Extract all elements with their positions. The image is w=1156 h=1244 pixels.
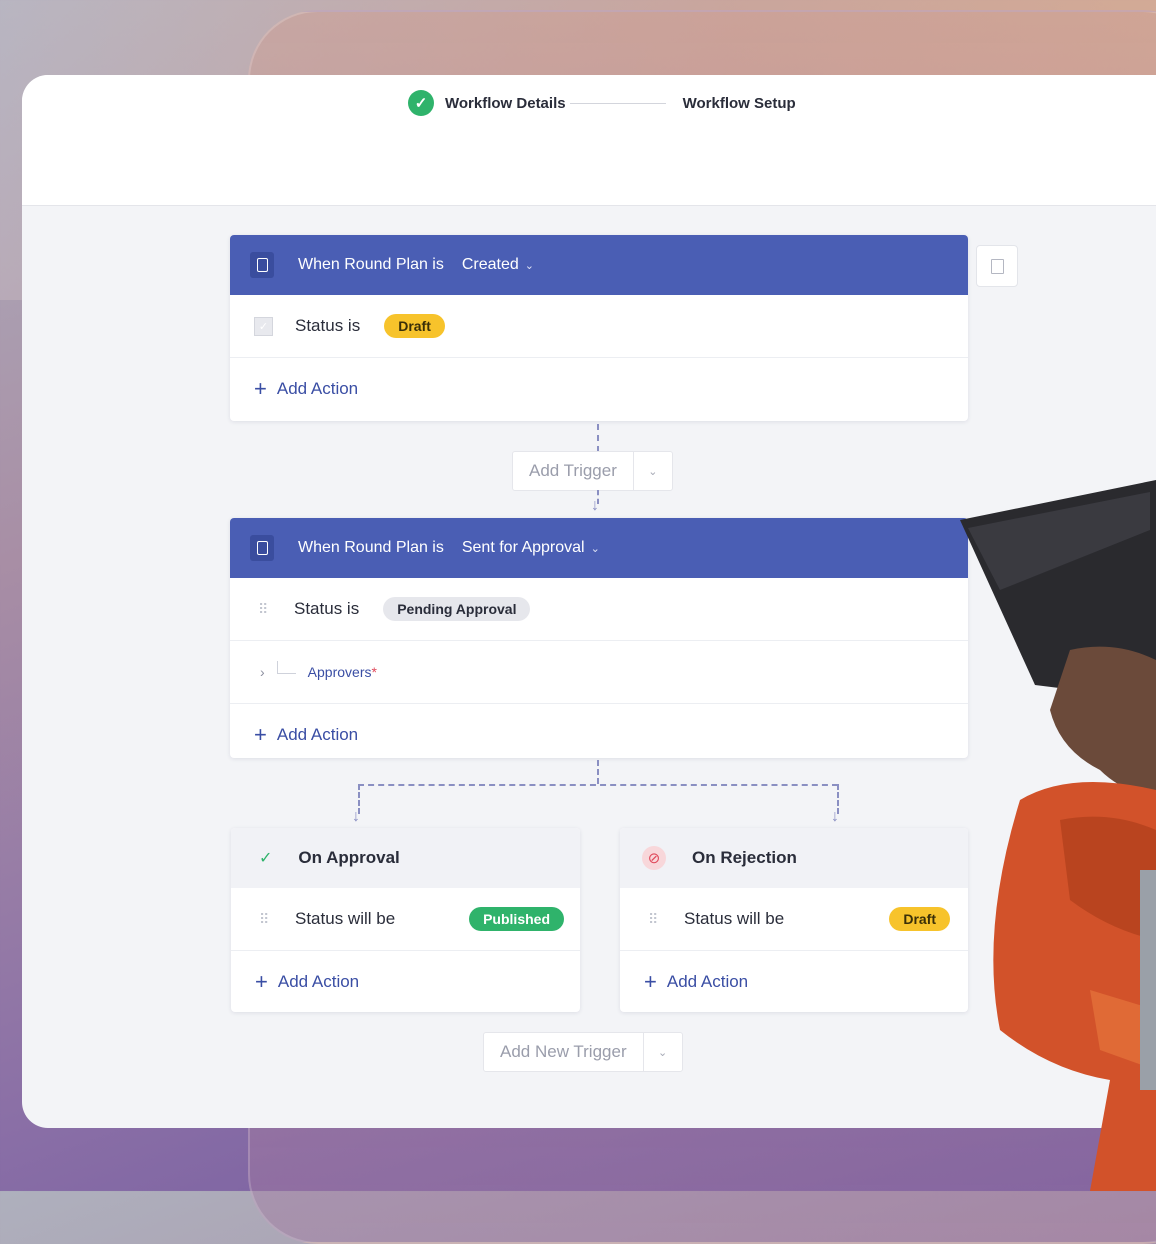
trash-icon	[990, 258, 1004, 274]
check-circle-icon: ✓	[408, 90, 434, 116]
on-rejection-block: ⊘ On Rejection ⠿ Status will be Draft + A…	[620, 828, 968, 1012]
add-action-label: Add Action	[277, 972, 360, 991]
step-workflow-setup[interactable]: Workflow Setup	[683, 95, 796, 112]
chevron-down-icon: ⌄	[590, 543, 600, 555]
add-action-label: Add Action	[666, 972, 749, 991]
stepper-connector	[569, 102, 666, 104]
add-action-button[interactable]: + Add Action	[620, 969, 748, 995]
add-new-trigger-button[interactable]: Add New Trigger	[484, 1042, 643, 1062]
chevron-down-icon[interactable]: ⌄	[642, 1033, 682, 1071]
trigger-prefix: When Round Plan is	[298, 539, 444, 556]
plus-icon: +	[254, 376, 267, 401]
trigger-state-dropdown[interactable]: Created ⌄	[462, 256, 534, 274]
workflow-stepper: ✓ Workflow Details Workflow Setup	[408, 89, 796, 117]
trigger-header: When Round Plan is Sent for Approval ⌄	[230, 518, 968, 578]
plus-icon: +	[644, 969, 657, 994]
drag-grip-icon[interactable]: ⠿	[259, 911, 273, 928]
arrow-down-icon: ↓	[352, 808, 360, 825]
add-action-button[interactable]: + Add Action	[230, 722, 358, 748]
add-action-row: + Add Action	[231, 951, 580, 1013]
checkbox-icon[interactable]: ✓	[254, 316, 273, 336]
on-approval-block: ✓ On Approval ⠿ Status will be Published…	[231, 828, 580, 1012]
plus-icon: +	[255, 969, 268, 994]
status-row: ⠿ Status is Pending Approval	[230, 578, 968, 641]
status-label: Status will be	[295, 909, 396, 928]
status-row: ⠿ Status will be Published	[231, 888, 580, 951]
trigger-state-label: Sent for Approval	[461, 539, 585, 556]
add-trigger-split-button: Add Trigger ⌄	[512, 451, 673, 491]
trigger-block-sent-for-approval: When Round Plan is Sent for Approval ⌄ ⠿ …	[230, 518, 968, 758]
branch-line	[358, 784, 838, 786]
branch-header: ⊘ On Rejection	[620, 828, 968, 888]
add-trigger-button[interactable]: Add Trigger	[513, 461, 633, 481]
connector-line	[597, 760, 599, 784]
status-badge: Pending Approval	[383, 597, 531, 621]
status-badge: Published	[469, 907, 564, 931]
step-workflow-details[interactable]: Workflow Details	[445, 95, 566, 112]
check-icon: ✓	[259, 850, 273, 867]
header-bar: ✓ Workflow Details Workflow Setup	[22, 75, 1156, 206]
add-action-row: + Add Action	[620, 951, 968, 1013]
chevron-down-icon: ⌄	[524, 260, 534, 272]
plus-icon: +	[254, 722, 267, 747]
status-badge: Draft	[384, 314, 445, 338]
worker-photo	[960, 480, 1156, 1191]
add-action-button[interactable]: + Add Action	[230, 376, 358, 402]
status-row: ⠿ Status will be Draft	[620, 888, 968, 951]
branch-header: ✓ On Approval	[231, 828, 580, 888]
branch-title: On Rejection	[692, 848, 797, 867]
document-icon	[250, 252, 274, 278]
ban-icon: ⊘	[642, 846, 666, 870]
trigger-state-label: Created	[461, 256, 519, 273]
document-icon	[250, 535, 274, 561]
status-label: Status is	[294, 599, 360, 618]
approvers-label: Approvers	[307, 664, 372, 680]
chevron-right-icon[interactable]: ›	[260, 664, 265, 680]
status-label: Status will be	[684, 909, 785, 928]
status-label: Status is	[295, 316, 361, 335]
arrow-down-icon: ↓	[591, 497, 599, 514]
add-new-trigger-split-button: Add New Trigger ⌄	[483, 1032, 683, 1072]
chevron-down-icon[interactable]: ⌄	[632, 452, 672, 490]
trigger-state-dropdown[interactable]: Sent for Approval ⌄	[462, 539, 600, 557]
add-action-row: + Add Action	[230, 704, 968, 766]
arrow-down-icon: ↓	[831, 808, 839, 825]
connector-line	[597, 424, 599, 452]
add-action-label: Add Action	[276, 725, 359, 744]
drag-grip-icon[interactable]: ⠿	[648, 911, 662, 928]
add-action-row: + Add Action	[230, 358, 968, 420]
delete-trigger-button[interactable]	[976, 245, 1018, 287]
drag-grip-icon[interactable]: ⠿	[258, 601, 272, 618]
tree-connector	[276, 660, 296, 674]
approvers-row: › Approvers*	[230, 641, 968, 704]
branch-title: On Approval	[298, 848, 400, 867]
approvers-field[interactable]: Approvers*	[308, 664, 377, 680]
trigger-prefix: When Round Plan is	[298, 256, 444, 273]
add-action-button[interactable]: + Add Action	[231, 969, 359, 995]
required-mark: *	[371, 664, 377, 680]
add-action-label: Add Action	[276, 379, 359, 398]
trigger-block-created: When Round Plan is Created ⌄ ✓ Status is …	[230, 235, 968, 421]
status-row: ✓ Status is Draft	[230, 295, 968, 358]
trigger-header: When Round Plan is Created ⌄	[230, 235, 968, 295]
